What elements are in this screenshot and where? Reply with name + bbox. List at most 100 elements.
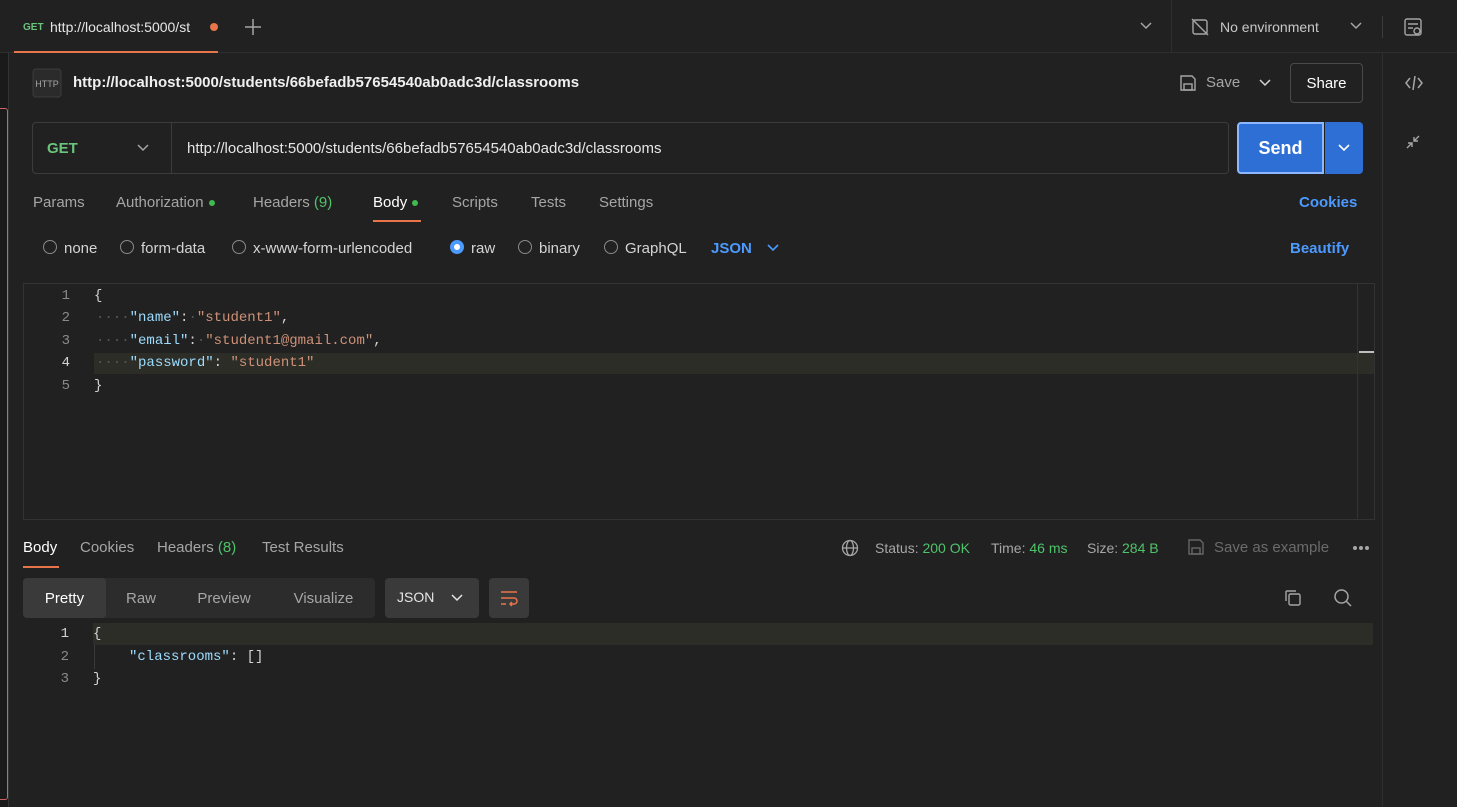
code-line: } [93, 671, 102, 687]
view-preview[interactable]: Preview [176, 578, 272, 618]
sidebar-border [0, 108, 8, 800]
save-icon[interactable] [1178, 73, 1198, 93]
radio-urlencoded[interactable] [232, 240, 246, 254]
divider [1171, 0, 1172, 53]
response-tab-body[interactable]: Body [23, 539, 57, 556]
http-icon: HTTP [32, 68, 62, 98]
request-title[interactable]: http://localhost:5000/students/66befadb5… [73, 74, 579, 91]
radio-binary[interactable] [518, 240, 532, 254]
tab-authorization[interactable]: Authorization [116, 194, 215, 211]
auth-indicator-dot [208, 200, 215, 207]
response-tab-cookies[interactable]: Cookies [80, 539, 134, 556]
tab-body-label: Body [373, 194, 408, 211]
wrap-icon [501, 591, 518, 607]
more-options-icon[interactable] [1352, 545, 1370, 551]
line-number: 5 [61, 378, 70, 394]
copy-icon[interactable] [1284, 589, 1302, 607]
save-example-icon[interactable] [1187, 538, 1205, 556]
radio-form-data-label: form-data [141, 240, 206, 257]
json-value: [] [246, 649, 264, 665]
divider [171, 123, 172, 173]
time-value[interactable]: 46 ms [1029, 540, 1067, 556]
svg-text:HTTP: HTTP [35, 79, 59, 89]
view-raw[interactable]: Raw [106, 578, 176, 618]
word-wrap-button[interactable] [489, 578, 529, 618]
radio-urlencoded-label: x-www-form-urlencoded [253, 240, 413, 257]
new-tab-icon[interactable] [244, 18, 262, 36]
headers-count: (9) [313, 194, 333, 211]
method-select[interactable]: GET [47, 140, 78, 157]
status-label: Status: [875, 540, 919, 556]
url-input[interactable]: http://localhost:5000/students/66befadb5… [187, 140, 662, 157]
tab-headers[interactable]: Headers (9) [253, 194, 332, 211]
tab-settings[interactable]: Settings [599, 194, 653, 211]
tab-headers-label: Headers [253, 194, 310, 211]
json-key: "name" [129, 310, 181, 326]
time-label: Time: [991, 540, 1026, 556]
view-visualize[interactable]: Visualize [272, 578, 375, 618]
json-key: "classrooms" [129, 649, 230, 665]
view-pretty[interactable]: Pretty [23, 578, 106, 618]
line-number: 3 [60, 671, 69, 687]
beautify-button[interactable]: Beautify [1290, 240, 1349, 257]
active-tab-underline [23, 566, 59, 568]
save-button[interactable]: Save [1206, 74, 1240, 91]
response-format-select[interactable]: JSON [385, 578, 479, 618]
save-options-chevron-icon[interactable] [1258, 78, 1272, 88]
size-value[interactable]: 284 B [1122, 540, 1159, 556]
body-indicator-dot [412, 200, 419, 207]
environment-select[interactable]: No environment [1220, 19, 1319, 35]
chevron-down-icon[interactable] [1139, 21, 1153, 31]
response-tab-headers[interactable]: Headers (8) [157, 539, 236, 556]
tab-tests[interactable]: Tests [531, 194, 566, 211]
tab-authorization-label: Authorization [116, 194, 204, 211]
save-as-example-button[interactable]: Save as example [1214, 539, 1329, 556]
radio-graphql[interactable] [604, 240, 618, 254]
response-tab-test-results[interactable]: Test Results [262, 539, 344, 556]
globe-icon[interactable] [841, 539, 859, 557]
tab-body[interactable]: Body [373, 194, 419, 211]
radio-raw-label: raw [471, 240, 496, 257]
body-format-select[interactable]: JSON [711, 240, 752, 257]
json-value: "student1@gmail.com" [205, 333, 374, 349]
code-line: } [94, 378, 103, 394]
cookies-link[interactable]: Cookies [1299, 194, 1357, 211]
send-button[interactable]: Send [1237, 122, 1324, 174]
response-body-viewer[interactable]: 1 2 3 { "classrooms": [] } [23, 623, 1375, 807]
line-number: 3 [61, 333, 70, 349]
minimap-divider [1357, 284, 1358, 519]
request-tab[interactable]: GET http://localhost:5000/st [14, 0, 218, 53]
code-icon[interactable] [1404, 74, 1424, 92]
response-headers-label: Headers [157, 539, 214, 556]
code-line: { [93, 626, 102, 642]
chevron-down-icon [450, 593, 464, 603]
sidebar-edge [0, 0, 9, 807]
size: Size: 284 B [1087, 540, 1159, 556]
code-line: ····"password": "student1" [96, 355, 315, 371]
response-headers-count: (8) [217, 539, 237, 556]
env-chevron-down-icon[interactable] [1349, 21, 1363, 31]
json-value: "student1" [230, 355, 315, 371]
status-value[interactable]: 200 OK [922, 540, 969, 556]
format-chevron-icon[interactable] [766, 243, 780, 253]
right-rail [1382, 53, 1457, 807]
search-icon[interactable] [1333, 588, 1353, 608]
tab-scripts[interactable]: Scripts [452, 194, 498, 211]
code-line: "classrooms": [] [129, 649, 264, 665]
method-chevron-icon[interactable] [136, 143, 150, 153]
size-label: Size: [1087, 540, 1119, 556]
tab-params[interactable]: Params [33, 194, 85, 211]
environment-quick-look-icon[interactable] [1403, 17, 1423, 37]
line-number: 1 [60, 626, 69, 642]
tab-title: http://localhost:5000/st [50, 19, 191, 35]
share-button[interactable]: Share [1290, 63, 1363, 103]
collapse-icon[interactable] [1405, 134, 1421, 150]
code-line: ····"email":·"student1@gmail.com", [96, 333, 382, 349]
no-environment-icon [1190, 17, 1210, 37]
radio-none[interactable] [43, 240, 57, 254]
request-body-editor[interactable]: 1 2 3 4 5 { ····"name":·"student1", ····… [23, 283, 1375, 520]
radio-form-data[interactable] [120, 240, 134, 254]
send-options-button[interactable] [1325, 122, 1363, 174]
radio-raw[interactable] [450, 240, 464, 254]
json-key: "email" [129, 333, 189, 349]
